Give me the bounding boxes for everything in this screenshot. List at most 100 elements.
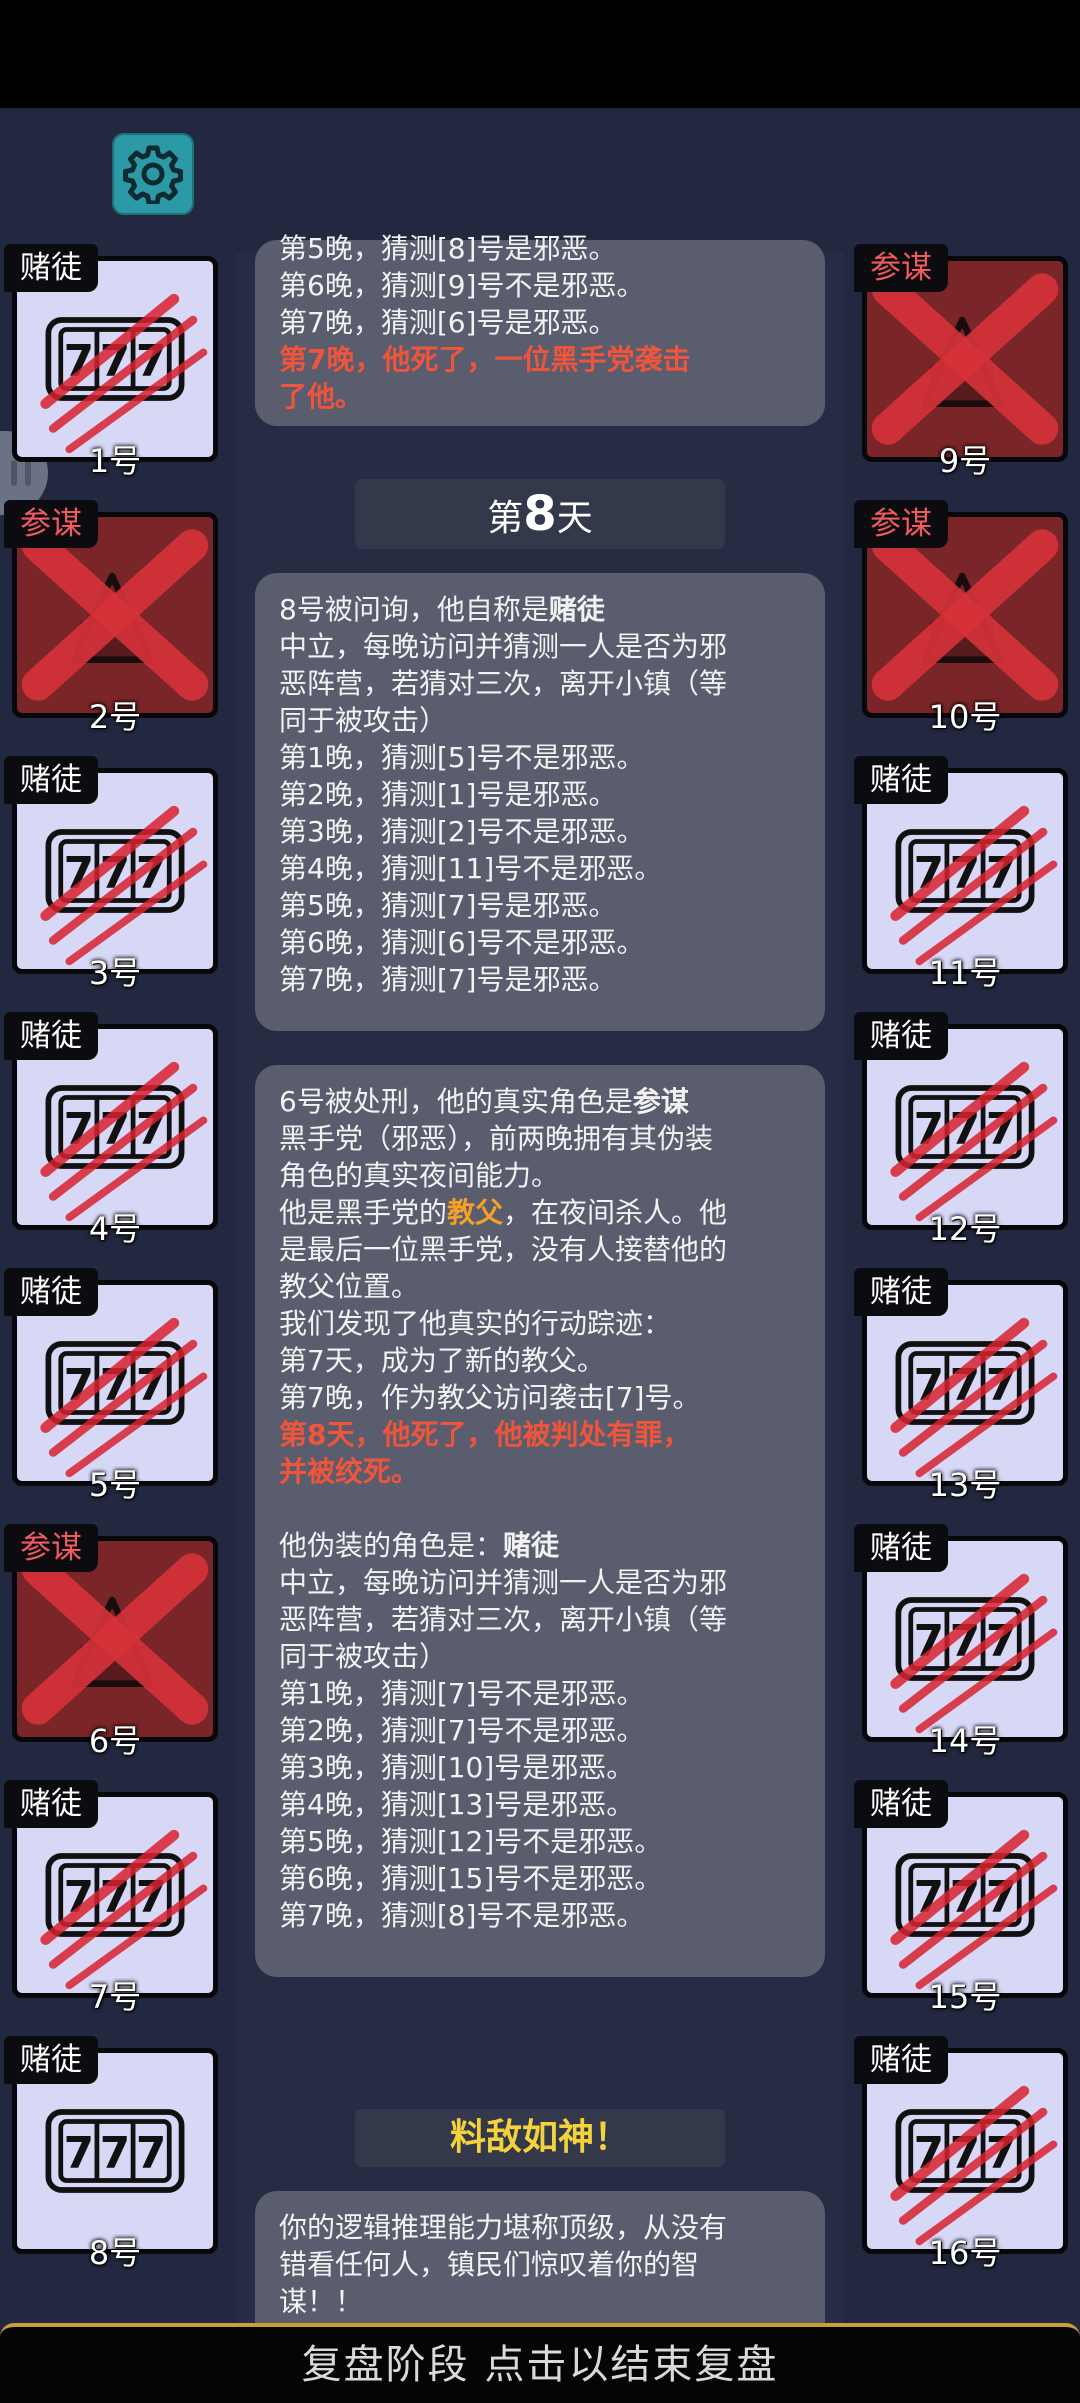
log-line: 他是黑手党的教父，在夜间杀人。他 <box>279 1196 728 1229</box>
log-line: 第4晚，猜测[11]号不是邪恶。 <box>279 852 663 885</box>
role-tag: 赌徒 <box>4 756 98 804</box>
player-number: 6号 <box>88 1722 142 1760</box>
settings-button[interactable] <box>112 133 194 215</box>
svg-text:7: 7 <box>136 2128 166 2179</box>
player-number: 12号 <box>928 1210 1002 1248</box>
player-card[interactable]: 参谋 2号 <box>4 500 218 736</box>
player-number: 11号 <box>928 954 1002 992</box>
crossed-out-icon <box>871 273 1059 445</box>
player-card[interactable]: 7 7 7 赌徒 12号 <box>854 1012 1068 1248</box>
crossed-out-icon <box>871 529 1059 701</box>
log-line: 他伪装的角色是：赌徒 <box>279 1529 560 1562</box>
player-card[interactable]: 7 7 7 赌徒 8号 <box>4 2036 218 2272</box>
game-screen: 7 7 7 赌徒 1号 参谋 2号 7 7 7 赌徒 3号 7 7 7 赌徒 4… <box>0 108 1080 2403</box>
player-card[interactable]: 7 7 7 赌徒 14号 <box>854 1524 1068 1760</box>
player-number: 1号 <box>88 442 142 480</box>
verdict-title: 料敌如神！ <box>355 2109 725 2167</box>
svg-text:7: 7 <box>64 2128 94 2179</box>
player-card[interactable]: 7 7 7 赌徒 1号 <box>4 244 218 480</box>
role-tag: 赌徒 <box>4 1268 98 1316</box>
role-tag: 赌徒 <box>854 1012 948 1060</box>
log-line: 谋！！ <box>279 2285 364 2318</box>
death-text: 了他。 <box>279 380 364 413</box>
death-text: 第8天，他死了，他被判处有罪， <box>279 1418 691 1451</box>
log-line: 第3晚，猜测[10]号是邪恶。 <box>279 1751 635 1784</box>
log-line: 是最后一位黑手党，没有人接替他的 <box>279 1233 728 1266</box>
log-line: 6号被处刑，他的真实角色是参谋 <box>279 1085 689 1118</box>
log-line: 角色的真实夜间能力。 <box>279 1159 560 1192</box>
player-card[interactable]: 参谋 9号 <box>854 244 1068 480</box>
role-tag: 赌徒 <box>4 244 98 292</box>
log-line: 第3晚，猜测[2]号不是邪恶。 <box>279 815 645 848</box>
player-card[interactable]: 7 7 7 赌徒 11号 <box>854 756 1068 992</box>
player-number: 14号 <box>928 1722 1002 1760</box>
log-line: 第5晚，猜测[7]号是邪恶。 <box>279 889 617 922</box>
crossed-out-icon <box>21 529 209 701</box>
crossed-out-icon <box>21 1553 209 1725</box>
log-line: 第7晚，猜测[6]号是邪恶。 <box>279 306 617 339</box>
gear-icon <box>123 145 183 204</box>
role-tag: 赌徒 <box>4 1780 98 1828</box>
role-name: 赌徒 <box>548 593 605 626</box>
player-card[interactable]: 7 7 7 赌徒 16号 <box>854 2036 1068 2272</box>
log-line: 第6晚，猜测[6]号不是邪恶。 <box>279 926 645 959</box>
player-card[interactable]: 参谋 10号 <box>854 500 1068 736</box>
role-tag: 赌徒 <box>854 1524 948 1572</box>
log-line: 第1晚，猜测[5]号不是邪恶。 <box>279 741 645 774</box>
log-line: 黑手党（邪恶），前两晚拥有其伪装 <box>279 1122 714 1155</box>
status-bar <box>0 0 1080 108</box>
role-tag: 参谋 <box>854 244 948 292</box>
role-tag: 赌徒 <box>4 1012 98 1060</box>
role-tag: 赌徒 <box>854 2036 948 2084</box>
log-line: 8号被问询，他自称是赌徒 <box>279 593 605 626</box>
player-card[interactable]: 参谋 6号 <box>4 1524 218 1760</box>
player-number: 9号 <box>938 442 992 480</box>
slot-777-icon: 7 7 7 <box>45 2109 185 2193</box>
end-review-button[interactable]: 复盘阶段 点击以结束复盘 <box>0 2323 1080 2403</box>
role-tag: 赌徒 <box>854 1268 948 1316</box>
player-number: 16号 <box>928 2234 1002 2272</box>
role-tag: 参谋 <box>4 1524 98 1572</box>
interrogation-box: 8号被问询，他自称是赌徒 中立，每晚访问并猜测一人是否为邪 恶阵营，若猜对三次，… <box>255 573 825 1031</box>
log-line: 第2晚，猜测[7]号不是邪恶。 <box>279 1714 645 1747</box>
player-card[interactable]: 7 7 7 赌徒 13号 <box>854 1268 1068 1504</box>
role-tag: 赌徒 <box>854 756 948 804</box>
player-card[interactable]: 7 7 7 赌徒 4号 <box>4 1012 218 1248</box>
log-line: 中立，每晚访问并猜测一人是否为邪 <box>279 630 728 663</box>
log-line: 第7晚，猜测[7]号是邪恶。 <box>279 963 617 996</box>
log-line: 第5晚，猜测[8]号是邪恶。 <box>279 232 617 265</box>
execution-box: 6号被处刑，他的真实角色是参谋 黑手党（邪恶），前两晚拥有其伪装 角色的真实夜间… <box>255 1065 825 1977</box>
death-text: 并被绞死。 <box>279 1455 420 1488</box>
player-card[interactable]: 7 7 7 赌徒 3号 <box>4 756 218 992</box>
log-line: 第7晚，作为教父访问袭击[7]号。 <box>279 1381 701 1414</box>
player-number: 2号 <box>88 698 142 736</box>
log-line: 第6晚，猜测[15]号不是邪恶。 <box>279 1862 663 1895</box>
log-line: 错看任何人，镇民们惊叹着你的智 <box>279 2248 700 2281</box>
player-number: 4号 <box>88 1210 142 1248</box>
player-number: 7号 <box>88 1978 142 2016</box>
log-line: 第6晚，猜测[9]号不是邪恶。 <box>279 269 645 302</box>
log-line: 我们发现了他真实的行动踪迹： <box>279 1307 672 1340</box>
log-line: 你的逻辑推理能力堪称顶级，从没有 <box>279 2211 728 2244</box>
log-line: 同于被攻击） <box>279 704 448 737</box>
player-number: 8号 <box>88 2234 142 2272</box>
player-card[interactable]: 7 7 7 赌徒 5号 <box>4 1268 218 1504</box>
log-entry-box: 第5晚，猜测[8]号是邪恶。 第6晚，猜测[9]号不是邪恶。 第7晚，猜测[6]… <box>255 232 825 426</box>
player-card[interactable]: 7 7 7 赌徒 15号 <box>854 1780 1068 2016</box>
player-number: 3号 <box>88 954 142 992</box>
role-tag: 赌徒 <box>4 2036 98 2084</box>
log-line: 第7天，成为了新的教父。 <box>279 1344 605 1377</box>
log-line: 恶阵营，若猜对三次，离开小镇（等 <box>279 1603 728 1636</box>
death-text: 第7晚，他死了，一位黑手党袭击 <box>279 343 691 376</box>
player-card[interactable]: 7 7 7 赌徒 7号 <box>4 1780 218 2016</box>
role-name: 赌徒 <box>503 1529 560 1562</box>
svg-text:7: 7 <box>100 2128 130 2179</box>
player-number: 15号 <box>928 1978 1002 2016</box>
log-line: 同于被攻击） <box>279 1640 448 1673</box>
player-number: 5号 <box>88 1466 142 1504</box>
role-tag: 参谋 <box>854 500 948 548</box>
log-line: 第7晚，猜测[8]号不是邪恶。 <box>279 1899 645 1932</box>
player-number: 10号 <box>928 698 1002 736</box>
log-line: 中立，每晚访问并猜测一人是否为邪 <box>279 1566 728 1599</box>
player-number: 13号 <box>928 1466 1002 1504</box>
